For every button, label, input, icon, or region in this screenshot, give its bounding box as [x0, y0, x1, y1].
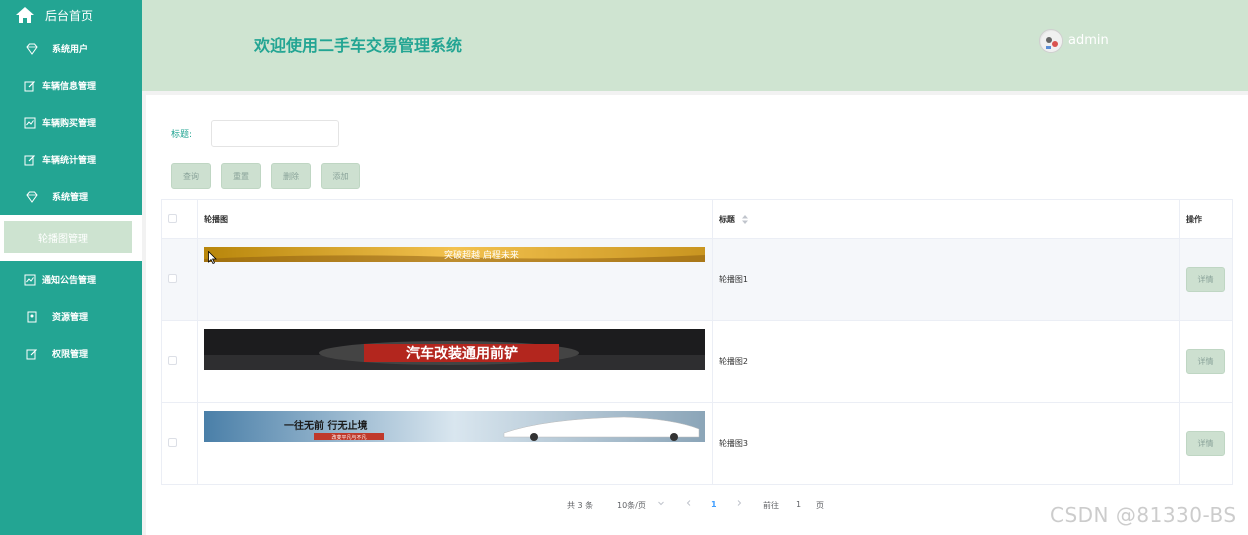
column-header-action: 操作: [1179, 199, 1233, 239]
row-select-cell: [161, 320, 198, 403]
avatar[interactable]: [1039, 29, 1063, 53]
sidebar-item-vehicle-stats[interactable]: 车辆统计管理: [0, 141, 142, 178]
delete-button[interactable]: 删除: [271, 163, 311, 189]
sidebar-home-label: 后台首页: [45, 8, 94, 23]
goto-page-input[interactable]: 1: [796, 500, 801, 509]
detail-button[interactable]: 详情: [1186, 431, 1225, 456]
edit-icon: [24, 154, 35, 165]
sidebar-item-system-users[interactable]: 系统用户: [0, 30, 142, 67]
table-row: 一往无前 行无止境 改变平凡与不凡 轮播图3 详情: [161, 402, 1233, 485]
page-size-chevron-icon: [657, 499, 665, 509]
prev-page-icon[interactable]: [685, 499, 693, 509]
title-search-input[interactable]: [211, 120, 339, 147]
sidebar-item-vehicle-info[interactable]: 车辆信息管理: [0, 67, 142, 104]
row-select-cell: [161, 402, 198, 485]
doc-icon: [27, 311, 37, 322]
goto-prefix: 前往: [763, 501, 779, 510]
sidebar-item-carousel-manage[interactable]: 轮播图管理: [4, 221, 132, 253]
reset-button[interactable]: 重置: [221, 163, 261, 189]
detail-button[interactable]: 详情: [1186, 267, 1225, 292]
action-cell: 详情: [1179, 402, 1233, 485]
column-header-title-label: 标题: [718, 214, 735, 224]
sidebar-item-label: 权限管理: [52, 350, 89, 360]
sidebar-item-label: 系统用户: [52, 45, 89, 55]
next-page-icon[interactable]: [735, 499, 743, 509]
carousel-table: 轮播图 标题 操作 突破超越 启程未来 轮播图1 详情 汽车改装通用前铲 轮播图…: [161, 199, 1233, 485]
sidebar-submenu: 轮播图管理: [0, 215, 142, 261]
edit-icon: [26, 348, 37, 359]
column-header-image: 轮播图: [197, 199, 713, 239]
table-header-row: 轮播图 标题 操作: [161, 199, 1233, 239]
table-row: 突破超越 启程未来 轮播图1 详情: [161, 238, 1233, 321]
username[interactable]: admin: [1068, 33, 1109, 48]
column-header-title[interactable]: 标题: [712, 199, 1181, 239]
sidebar-item-label: 轮播图管理: [38, 233, 88, 245]
title-cell: 轮播图3: [712, 402, 1181, 485]
row-checkbox[interactable]: [168, 438, 177, 447]
chart-icon: [24, 274, 36, 285]
diamond-icon: [26, 191, 38, 203]
title-cell: 轮播图1: [712, 238, 1181, 321]
page-number-current[interactable]: 1: [711, 500, 717, 509]
sidebar-item-permission-manage[interactable]: 权限管理: [0, 335, 142, 372]
row-checkbox[interactable]: [168, 356, 177, 365]
banner-image-3: 一往无前 行无止境 改变平凡与不凡: [203, 411, 705, 442]
table-row: 汽车改装通用前铲 轮播图2 详情: [161, 320, 1233, 403]
sidebar-item-resource-manage[interactable]: 资源管理: [0, 298, 142, 335]
main-content: 标题: 查询 重置 删除 添加 轮播图 标题 操作 突破超越 启程未来 轮播图1…: [146, 95, 1248, 535]
sidebar-item-label: 车辆统计管理: [42, 156, 97, 166]
banner-subtext: 改变平凡与不凡: [331, 434, 366, 441]
sidebar: 后台首页 系统用户 车辆信息管理 车辆购买管理 车辆统计管理 系统管理 轮播图管…: [0, 0, 142, 535]
action-cell: 详情: [1179, 238, 1233, 321]
sidebar-item-label: 车辆信息管理: [42, 82, 97, 92]
top-header: 欢迎使用二手车交易管理系统 admin: [142, 0, 1248, 91]
detail-button[interactable]: 详情: [1186, 349, 1225, 374]
sidebar-item-label: 系统管理: [52, 193, 89, 203]
banner-text: 突破超越 启程未来: [444, 249, 519, 261]
add-button[interactable]: 添加: [321, 163, 360, 189]
mouse-cursor-icon: [208, 251, 217, 264]
sidebar-item-system-manage[interactable]: 系统管理: [0, 178, 142, 215]
row-checkbox[interactable]: [168, 274, 177, 283]
row-select-cell: [161, 238, 198, 321]
banner-image-2: 汽车改装通用前铲: [203, 329, 705, 370]
sort-icon[interactable]: [741, 214, 748, 224]
watermark: CSDN @81330-BS: [1050, 503, 1237, 527]
banner-text: 汽车改装通用前铲: [406, 345, 518, 362]
sidebar-item-notice-manage[interactable]: 通知公告管理: [0, 261, 142, 298]
avatar-icon: [1041, 31, 1062, 52]
edit-icon: [24, 80, 35, 91]
select-all-cell: [161, 199, 198, 239]
sidebar-item-vehicle-purchase[interactable]: 车辆购买管理: [0, 104, 142, 141]
banner-cell: 汽车改装通用前铲: [197, 320, 713, 403]
chart-icon: [24, 117, 36, 128]
page-size-value: 10条/页: [617, 501, 646, 510]
page-title: 欢迎使用二手车交易管理系统: [254, 36, 463, 55]
action-cell: 详情: [1179, 320, 1233, 403]
search-label: 标题:: [171, 130, 193, 140]
banner-text: 一往无前 行无止境: [284, 419, 367, 432]
pagination-total: 共 3 条: [567, 501, 594, 510]
sidebar-item-label: 资源管理: [52, 313, 89, 323]
home-icon: [16, 7, 34, 23]
sidebar-home[interactable]: 后台首页: [0, 0, 142, 30]
query-button[interactable]: 查询: [171, 163, 211, 189]
sidebar-item-label: 通知公告管理: [42, 276, 97, 286]
banner-image-1: 突破超越 启程未来: [203, 247, 705, 262]
title-cell: 轮播图2: [712, 320, 1181, 403]
goto-suffix: 页: [816, 501, 824, 510]
banner-cell: 一往无前 行无止境 改变平凡与不凡: [197, 402, 713, 485]
diamond-icon: [26, 43, 38, 55]
select-all-checkbox[interactable]: [168, 213, 177, 223]
banner-cell: 突破超越 启程未来: [197, 238, 713, 321]
sidebar-item-label: 车辆购买管理: [42, 119, 97, 129]
page-size-select[interactable]: 10条/页: [617, 500, 646, 511]
